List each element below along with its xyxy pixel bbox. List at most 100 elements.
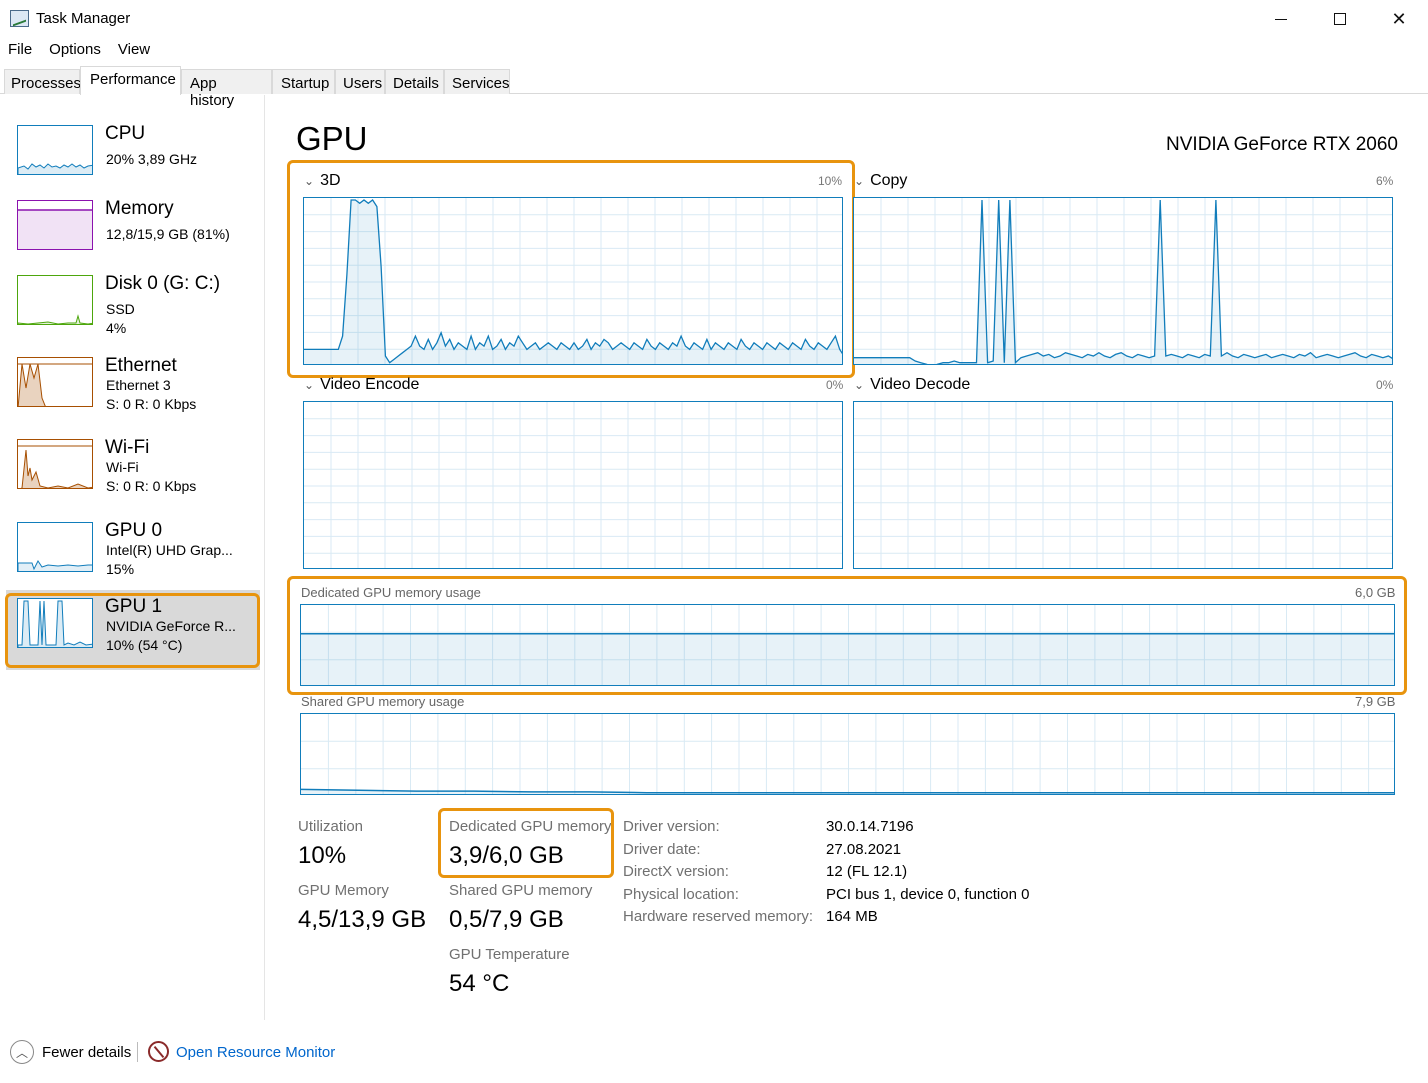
sidebar-item-detail: 4%	[106, 320, 127, 336]
dedicated-memory-max: 6,0 GB	[1355, 585, 1396, 600]
sidebar-item-detail: S: 0 R: 0 Kbps	[106, 396, 197, 412]
directx-version-value: 12 (FL 12.1)	[826, 863, 908, 880]
sidebar-item-label: Wi-Fi	[105, 437, 150, 458]
driver-version-value: 30.0.14.7196	[826, 818, 914, 835]
gpu0-thumbnail-graph	[17, 522, 93, 572]
tab-app-history[interactable]: App history	[181, 69, 272, 109]
minimize-button[interactable]	[1252, 0, 1310, 38]
sidebar-item-gpu-0[interactable]: GPU 0 Intel(R) UHD Grap... 15%	[6, 512, 260, 594]
engine-3d-label: 3D	[320, 172, 341, 189]
chevron-down-icon: ⌄	[304, 378, 315, 392]
menu-file[interactable]: File	[8, 38, 41, 62]
close-icon: ✕	[1391, 8, 1407, 29]
chevron-down-icon: ⌄	[854, 174, 865, 188]
gpu-temperature-label: GPU Temperature	[449, 946, 570, 963]
engine-3d-max: 10%	[818, 174, 843, 188]
dedicated-memory-label: Dedicated GPU memory usage	[301, 585, 481, 600]
sidebar-item-ethernet[interactable]: Ethernet Ethernet 3 S: 0 R: 0 Kbps	[6, 347, 260, 429]
sidebar-item-detail: Wi-Fi	[106, 459, 139, 475]
sidebar-item-cpu[interactable]: CPU 20% 3,89 GHz	[6, 115, 260, 197]
sidebar-item-detail: SSD	[106, 301, 135, 317]
engine-encode-selector[interactable]: ⌄ Video Encode	[304, 376, 419, 394]
close-button[interactable]: ✕	[1370, 0, 1428, 38]
open-resource-monitor-link[interactable]: Open Resource Monitor	[176, 1044, 335, 1061]
shared-memory-max: 7,9 GB	[1355, 694, 1396, 709]
sidebar-item-label: GPU 0	[105, 520, 163, 541]
engine-encode-label: Video Encode	[320, 376, 420, 393]
menu-view[interactable]: View	[118, 38, 159, 62]
physical-location-label: Physical location:	[623, 886, 739, 903]
engine-copy-graph	[853, 197, 1393, 365]
minimize-icon	[1275, 18, 1287, 20]
chevron-down-icon: ⌄	[854, 378, 865, 392]
dedicated-memory-graph	[300, 604, 1395, 686]
title-bar: Task Manager ✕	[0, 0, 1428, 38]
tab-bar: Processes Performance App history Startu…	[0, 66, 1428, 109]
performance-sidebar: CPU 20% 3,89 GHz Memory 12,8/15,9 GB (81…	[0, 95, 265, 1020]
physical-location-value: PCI bus 1, device 0, function 0	[826, 886, 1030, 903]
dedicated-memory-fill	[301, 633, 1394, 685]
engine-3d-selector[interactable]: ⌄ 3D	[304, 172, 341, 190]
cpu-thumbnail-graph	[17, 125, 93, 175]
tab-users[interactable]: Users	[335, 69, 385, 94]
menu-options[interactable]: Options	[49, 38, 110, 62]
engine-encode-graph	[303, 401, 843, 569]
footer-divider	[137, 1042, 138, 1062]
menu-bar: File Options View	[0, 38, 1428, 62]
sidebar-item-memory[interactable]: Memory 12,8/15,9 GB (81%)	[6, 190, 260, 272]
sidebar-item-wifi[interactable]: Wi-Fi Wi-Fi S: 0 R: 0 Kbps	[6, 429, 260, 511]
driver-date-label: Driver date:	[623, 841, 701, 858]
engine-3d-graph	[303, 197, 843, 365]
driver-version-label: Driver version:	[623, 818, 720, 835]
sidebar-item-disk[interactable]: Disk 0 (G: C:) SSD 4%	[6, 265, 260, 347]
sidebar-item-detail: NVIDIA GeForce R...	[106, 618, 236, 634]
wifi-thumbnail-graph	[17, 439, 93, 489]
memory-thumbnail-graph	[17, 200, 93, 250]
sidebar-item-label: Ethernet	[105, 355, 177, 376]
utilization-value: 10%	[298, 842, 347, 869]
window-title: Task Manager	[36, 10, 131, 27]
sidebar-item-detail: Ethernet 3	[106, 377, 171, 393]
shared-memory-stat-label: Shared GPU memory	[449, 882, 593, 899]
sidebar-item-gpu-1[interactable]: GPU 1 NVIDIA GeForce R... 10% (54 °C)	[6, 590, 260, 670]
sidebar-item-detail: 20% 3,89 GHz	[106, 151, 198, 167]
engine-decode-selector[interactable]: ⌄ Video Decode	[854, 376, 970, 394]
maximize-button[interactable]	[1311, 0, 1369, 38]
tab-startup[interactable]: Startup	[272, 69, 335, 94]
engine-decode-label: Video Decode	[870, 376, 971, 393]
maximize-icon	[1334, 13, 1346, 25]
task-manager-icon	[10, 10, 29, 27]
sidebar-item-detail: S: 0 R: 0 Kbps	[106, 478, 197, 494]
sidebar-item-detail: 15%	[106, 561, 135, 577]
directx-version-label: DirectX version:	[623, 863, 729, 880]
resource-monitor-icon[interactable]	[148, 1041, 169, 1062]
gpu-memory-value: 4,5/13,9 GB	[298, 906, 427, 933]
reserved-memory-value: 164 MB	[826, 908, 878, 925]
gpu-temperature-value: 54 °C	[449, 970, 510, 997]
tab-details[interactable]: Details	[385, 69, 444, 94]
engine-copy-selector[interactable]: ⌄ Copy	[854, 172, 907, 190]
dedicated-memory-stat-label: Dedicated GPU memory	[449, 818, 612, 835]
sidebar-item-label: Memory	[105, 198, 174, 219]
tab-services[interactable]: Services	[444, 69, 510, 94]
engine-copy-max: 6%	[1376, 174, 1394, 188]
ethernet-thumbnail-graph	[17, 357, 93, 407]
engine-encode-max: 0%	[826, 378, 844, 392]
chevron-up-icon[interactable]: ︿	[10, 1040, 34, 1064]
tab-processes[interactable]: Processes	[4, 69, 81, 94]
gpu1-thumbnail-graph	[17, 598, 93, 648]
engine-decode-graph	[853, 401, 1393, 569]
fewer-details-button[interactable]: Fewer details	[42, 1044, 131, 1061]
gpu-memory-label: GPU Memory	[298, 882, 389, 899]
sidebar-item-detail: 10% (54 °C)	[106, 637, 183, 653]
shared-memory-graph	[300, 713, 1395, 795]
shared-memory-stat-value: 0,5/7,9 GB	[449, 906, 564, 933]
shared-memory-label: Shared GPU memory usage	[301, 694, 465, 709]
sidebar-item-label: GPU 1	[105, 596, 163, 617]
tab-performance[interactable]: Performance	[80, 66, 181, 95]
utilization-label: Utilization	[298, 818, 364, 835]
engine-decode-max: 0%	[1376, 378, 1394, 392]
sidebar-item-label: CPU	[105, 123, 146, 144]
reserved-memory-label: Hardware reserved memory:	[623, 908, 814, 925]
sidebar-item-label: Disk 0 (G: C:)	[105, 273, 221, 294]
